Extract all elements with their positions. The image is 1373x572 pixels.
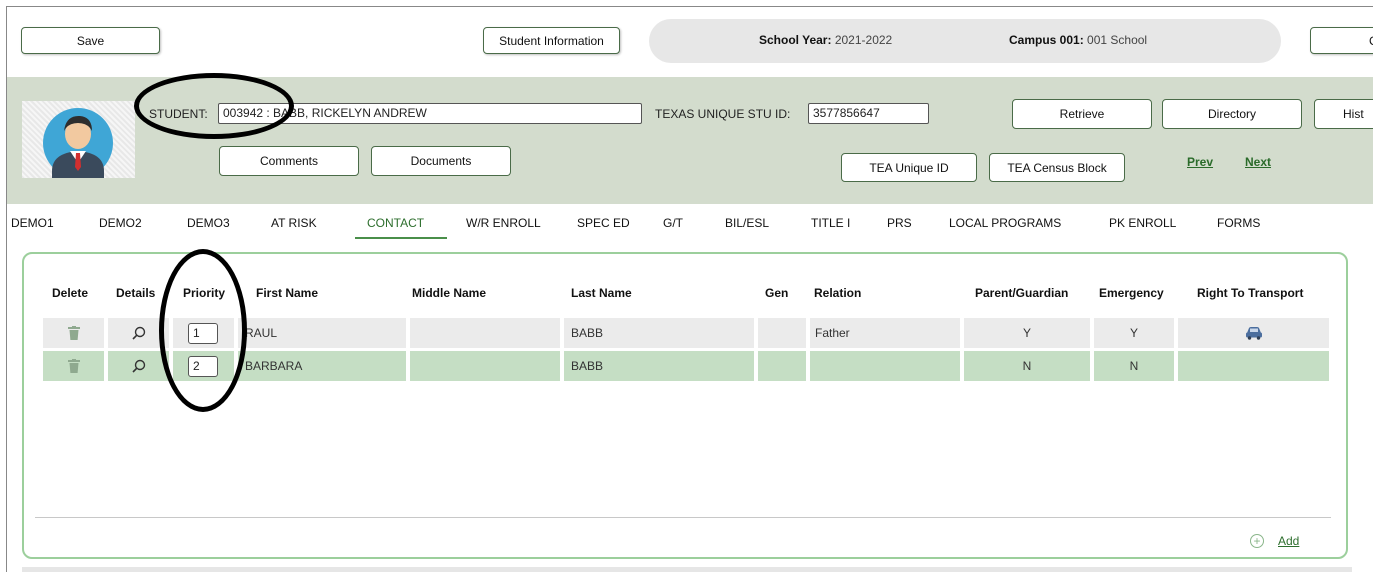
tab-gt[interactable]: G/T (663, 216, 683, 230)
tab-wr-enroll[interactable]: W/R ENROLL (466, 216, 541, 230)
transport-cell (1178, 351, 1329, 381)
first-name-cell: RAUL (238, 318, 406, 348)
car-icon (1245, 327, 1262, 340)
tab-at-risk[interactable]: AT RISK (271, 216, 317, 230)
relation-cell (810, 351, 960, 381)
tab-demo2[interactable]: DEMO2 (99, 216, 142, 230)
next-link[interactable]: Next (1245, 155, 1271, 169)
details-cell (108, 351, 169, 381)
plus-circle-icon: + (1250, 534, 1264, 548)
transport-cell (1178, 318, 1329, 348)
retrieve-button[interactable]: Retrieve (1012, 99, 1152, 129)
parent-guardian-cell: Y (964, 318, 1090, 348)
last-name-cell: BABB (564, 351, 754, 381)
documents-button[interactable]: Documents (371, 146, 511, 176)
tab-bil-esl[interactable]: BIL/ESL (725, 216, 769, 230)
tab-contact[interactable]: CONTACT (367, 216, 424, 230)
middle-name-cell (410, 318, 560, 348)
panel-divider (35, 517, 1331, 518)
col-details: Details (116, 286, 156, 300)
emergency-cell: Y (1094, 318, 1174, 348)
col-delete: Delete (52, 286, 89, 300)
priority-input[interactable]: 2 (188, 355, 218, 377)
active-tab-indicator (355, 237, 447, 239)
table-row: 2 BARBARA BABB N N (43, 351, 1329, 381)
col-relation: Relation (814, 286, 862, 300)
priority-cell: 2 (173, 351, 234, 381)
col-priority: Priority (183, 286, 226, 300)
col-gen: Gen (765, 286, 789, 300)
comments-button[interactable]: Comments (219, 146, 359, 176)
contacts-panel: Delete Details Priority First Name Middl… (22, 252, 1348, 559)
delete-cell (43, 351, 104, 381)
col-parent-guardian: Parent/Guardian (975, 286, 1069, 300)
tab-pk-enroll[interactable]: PK ENROLL (1109, 216, 1176, 230)
student-photo (22, 101, 135, 178)
trash-icon[interactable] (67, 326, 80, 340)
col-right-to-transport: Right To Transport (1197, 286, 1304, 300)
col-middle-name: Middle Name (412, 286, 487, 300)
student-field[interactable]: 003942 : BABB, RICKELYN ANDREW (218, 103, 642, 124)
tea-census-block-button[interactable]: TEA Census Block (989, 153, 1125, 182)
student-header: STUDENT: 003942 : BABB, RICKELYN ANDREW … (7, 77, 1373, 204)
gen-cell (758, 318, 806, 348)
app-frame: Save Student Information School Year: 20… (6, 6, 1373, 572)
context-bar: School Year: 2021-2022 Campus 001: 001 S… (649, 19, 1281, 63)
add-link[interactable]: Add (1278, 534, 1299, 548)
tab-demo1[interactable]: DEMO1 (11, 216, 54, 230)
tab-demo3[interactable]: DEMO3 (187, 216, 230, 230)
right-toolbar-button[interactable]: C (1310, 27, 1373, 54)
student-label: STUDENT: (149, 107, 208, 121)
campus: Campus 001: 001 School (1009, 33, 1148, 47)
save-button[interactable]: Save (21, 27, 160, 54)
tea-unique-id-button[interactable]: TEA Unique ID (841, 153, 977, 182)
texas-unique-id-field[interactable]: 3577856647 (808, 103, 929, 124)
magnifier-icon[interactable] (131, 326, 146, 340)
last-name-cell: BABB (564, 318, 754, 348)
tab-local-programs[interactable]: LOCAL PROGRAMS (949, 216, 1061, 230)
table-row: 1 RAUL BABB Father Y Y (43, 318, 1329, 348)
emergency-cell: N (1094, 351, 1174, 381)
bottom-strip (22, 567, 1352, 572)
first-name-cell: BARBARA (238, 351, 406, 381)
col-emergency: Emergency (1099, 286, 1164, 300)
delete-cell (43, 318, 104, 348)
trash-icon[interactable] (67, 359, 80, 373)
school-year: School Year: 2021-2022 (759, 33, 893, 47)
relation-cell: Father (810, 318, 960, 348)
tab-bar: DEMO1 DEMO2 DEMO3 AT RISK CONTACT W/R EN… (7, 204, 1373, 246)
gen-cell (758, 351, 806, 381)
history-button[interactable]: Hist (1314, 99, 1373, 129)
col-last-name: Last Name (571, 286, 632, 300)
student-information-button[interactable]: Student Information (483, 27, 620, 54)
details-cell (108, 318, 169, 348)
col-first-name: First Name (256, 286, 319, 300)
texas-unique-id-label: TEXAS UNIQUE STU ID: (655, 107, 791, 121)
tab-spec-ed[interactable]: SPEC ED (577, 216, 630, 230)
prev-link[interactable]: Prev (1187, 155, 1213, 169)
tab-title-i[interactable]: TITLE I (811, 216, 850, 230)
directory-button[interactable]: Directory (1162, 99, 1302, 129)
magnifier-icon[interactable] (131, 359, 146, 373)
parent-guardian-cell: N (964, 351, 1090, 381)
middle-name-cell (410, 351, 560, 381)
priority-cell: 1 (173, 318, 234, 348)
priority-input[interactable]: 1 (188, 322, 218, 344)
tab-prs[interactable]: PRS (887, 216, 912, 230)
top-toolbar: Save Student Information School Year: 20… (7, 7, 1373, 77)
tab-forms[interactable]: FORMS (1217, 216, 1260, 230)
person-avatar-icon (43, 108, 113, 178)
add-contact[interactable]: + Add (1250, 534, 1299, 548)
